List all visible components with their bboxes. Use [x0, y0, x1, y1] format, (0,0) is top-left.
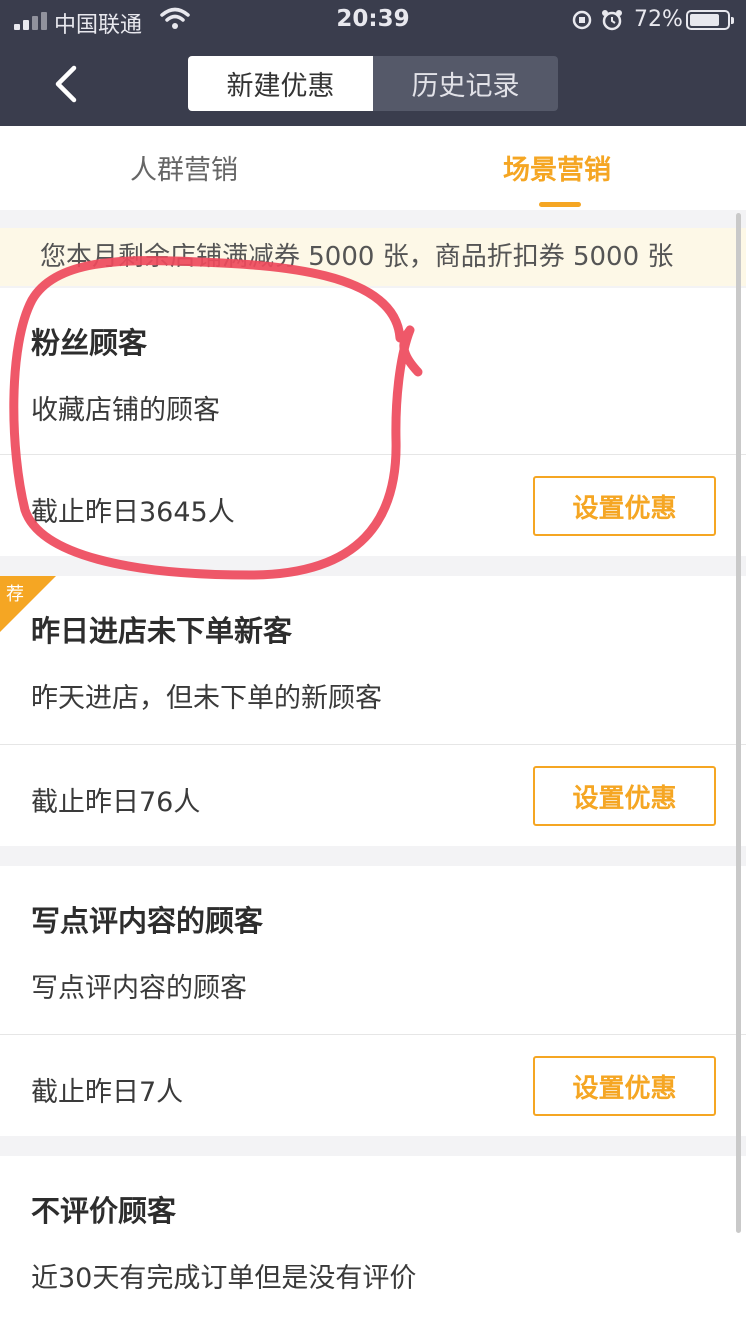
card-description: 写点评内容的顾客 [31, 973, 247, 1004]
card-fans: 粉丝顾客 收藏店铺的顾客 截止昨日3645人 设置优惠 [0, 288, 746, 556]
card-count: 截止昨日76人 [31, 787, 201, 818]
segment-history[interactable]: 历史记录 [373, 56, 558, 111]
divider [0, 454, 746, 455]
app-header: 中国联通 20:39 72% 新建优惠 历史记录 [0, 0, 746, 126]
set-offer-button[interactable]: 设置优惠 [533, 766, 716, 826]
card-description: 近30天有完成订单但是没有评价 [31, 1263, 417, 1294]
card-description: 收藏店铺的顾客 [31, 395, 220, 426]
tab-crowd-marketing[interactable]: 人群营销 [130, 148, 238, 187]
scrollbar[interactable] [736, 213, 741, 1233]
card-title: 粉丝顾客 [31, 326, 148, 360]
card-title: 不评价顾客 [31, 1194, 177, 1228]
card-title: 昨日进店未下单新客 [31, 614, 293, 648]
coupon-notice: 您本月剩余店铺满减券 5000 张，商品折扣券 5000 张 [0, 228, 746, 286]
tab-bar: 人群营销 场景营销 [0, 126, 746, 210]
tab-active-indicator [539, 202, 581, 207]
orientation-lock-icon [572, 10, 622, 31]
back-arrow-icon[interactable] [44, 58, 90, 108]
card-description: 昨天进店，但未下单的新顾客 [31, 683, 382, 714]
card-reviewers: 写点评内容的顾客 写点评内容的顾客 截止昨日7人 设置优惠 [0, 866, 746, 1136]
alarm-icon [602, 10, 622, 31]
status-bar: 中国联通 20:39 72% [0, 0, 746, 42]
set-offer-button[interactable]: 设置优惠 [533, 476, 716, 536]
segment-control: 新建优惠 历史记录 [188, 56, 558, 111]
battery-percent: 72% [634, 7, 683, 32]
card-count: 截止昨日7人 [31, 1077, 184, 1108]
segment-new-offer[interactable]: 新建优惠 [188, 56, 373, 111]
card-count: 截止昨日3645人 [31, 497, 235, 528]
divider [0, 744, 746, 745]
card-no-review: 不评价顾客 近30天有完成订单但是没有评价 [0, 1156, 746, 1327]
card-title: 写点评内容的顾客 [31, 904, 264, 938]
divider [0, 1034, 746, 1035]
tab-scene-marketing[interactable]: 场景营销 [503, 148, 611, 187]
set-offer-button[interactable]: 设置优惠 [533, 1056, 716, 1116]
card-new-visitors: 荐 昨日进店未下单新客 昨天进店，但未下单的新顾客 截止昨日76人 设置优惠 [0, 576, 746, 846]
recommend-badge-label: 荐 [6, 584, 24, 605]
battery-icon [686, 10, 734, 30]
